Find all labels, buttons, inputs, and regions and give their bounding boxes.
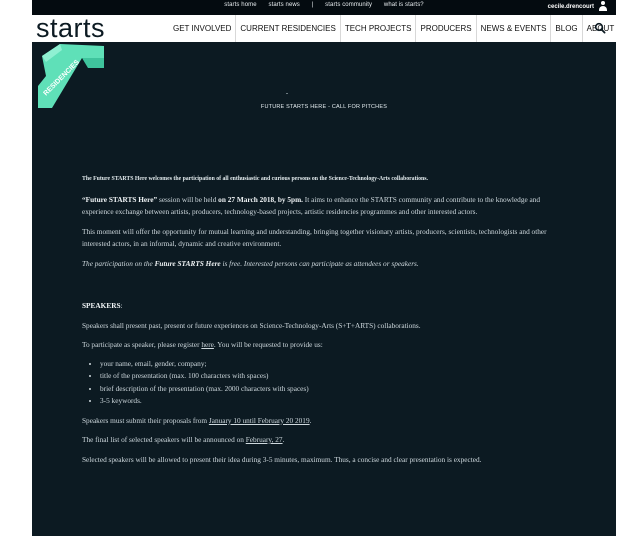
link-starts-community[interactable]: starts community xyxy=(325,2,372,8)
link-starts-news[interactable]: starts news xyxy=(268,2,299,8)
nav-producers[interactable]: PRODUCERS xyxy=(415,15,475,42)
nav-news-events[interactable]: NEWS & EVENTS xyxy=(475,15,551,42)
register-link[interactable]: here xyxy=(201,340,214,349)
speakers-heading: SPEAKERS: xyxy=(82,300,552,313)
session-date: on 27 March 2018, by 5pm. xyxy=(218,194,303,204)
submission-text-a: Speakers must submit their proposals fro… xyxy=(82,415,209,425)
announcement-line: The final list of selected speakers will… xyxy=(82,434,552,447)
paragraph-participation: The participation on the Future STARTS H… xyxy=(82,258,552,271)
separator: | xyxy=(311,2,314,8)
article-body: The Future STARTS Here welcomes the part… xyxy=(82,173,552,466)
page: starts home starts news | starts communi… xyxy=(0,0,617,536)
nav-get-involved[interactable]: GET INVOLVED xyxy=(169,15,235,42)
requirements-list: your name, email, gender, company; title… xyxy=(82,358,552,408)
submission-dates-link[interactable]: January 10 until February 20 2019 xyxy=(209,416,310,425)
list-item: 3-5 keywords. xyxy=(100,395,552,408)
nav-tech-projects[interactable]: TECH PROJECTS xyxy=(339,15,416,42)
utility-bar: starts home starts news | starts communi… xyxy=(32,0,616,15)
hero-dot xyxy=(286,93,288,94)
speakers-colon: : xyxy=(120,301,123,310)
register-text-c: . You will be requested to provide us: xyxy=(213,340,323,349)
speakers-heading-text: SPEAKERS xyxy=(82,301,121,310)
user-icon[interactable] xyxy=(598,1,608,12)
main-menu: GET INVOLVED CURRENT RESIDENCIES TECH PR… xyxy=(169,15,617,42)
session-name: “Future STARTS Here” xyxy=(82,194,158,204)
nav-current-residencies[interactable]: CURRENT RESIDENCIES xyxy=(235,15,339,42)
utility-links: starts home starts news | starts communi… xyxy=(32,2,616,8)
participation-name: Future STARTS Here xyxy=(154,258,221,268)
link-what-is-starts[interactable]: what is starts? xyxy=(384,2,424,8)
duration-line: Selected speakers will be allowed to pre… xyxy=(82,454,482,464)
participation-a: The participation on the xyxy=(82,258,155,268)
session-text-a: session will be held xyxy=(157,194,219,204)
announcement-date-link[interactable]: February, 27 xyxy=(246,435,283,444)
main-nav: starts GET INVOLVED CURRENT RESIDENCIES … xyxy=(32,15,616,42)
register-line: To participate as speaker, please regist… xyxy=(82,339,552,352)
list-item: brief description of the presentation (m… xyxy=(100,383,552,396)
intro-line: The Future STARTS Here welcomes the part… xyxy=(82,176,428,182)
paragraph-session: “Future STARTS Here” session will be hel… xyxy=(82,194,552,219)
submission-line: Speakers must submit their proposals fro… xyxy=(82,415,552,428)
user-menu[interactable]: cecile.drencourt xyxy=(548,1,608,12)
announcement-text-a: The final list of selected speakers will… xyxy=(82,435,246,444)
list-item: your name, email, gender, company; xyxy=(100,358,552,371)
website: starts home starts news | starts communi… xyxy=(32,0,616,536)
page-title: FUTURE STARTS HERE - CALL FOR PITCHES xyxy=(260,104,388,110)
search-icon[interactable] xyxy=(594,22,606,34)
username[interactable]: cecile.drencourt xyxy=(548,4,594,10)
announcement-text-c: . xyxy=(282,435,285,444)
submission-text-c: . xyxy=(309,415,312,425)
participation-c: is free. Interested persons can particip… xyxy=(220,258,419,268)
nav-blog[interactable]: BLOG xyxy=(550,15,581,42)
list-item: title of the presentation (max. 100 char… xyxy=(100,370,552,383)
register-text-a: To participate as speaker, please regist… xyxy=(82,340,202,349)
paragraph-opportunity: This moment will offer the opportunity f… xyxy=(82,226,547,249)
speakers-intro: Speakers shall present past, present or … xyxy=(82,320,421,330)
site-logo[interactable]: starts xyxy=(36,15,105,42)
link-starts-home[interactable]: starts home xyxy=(224,2,256,8)
